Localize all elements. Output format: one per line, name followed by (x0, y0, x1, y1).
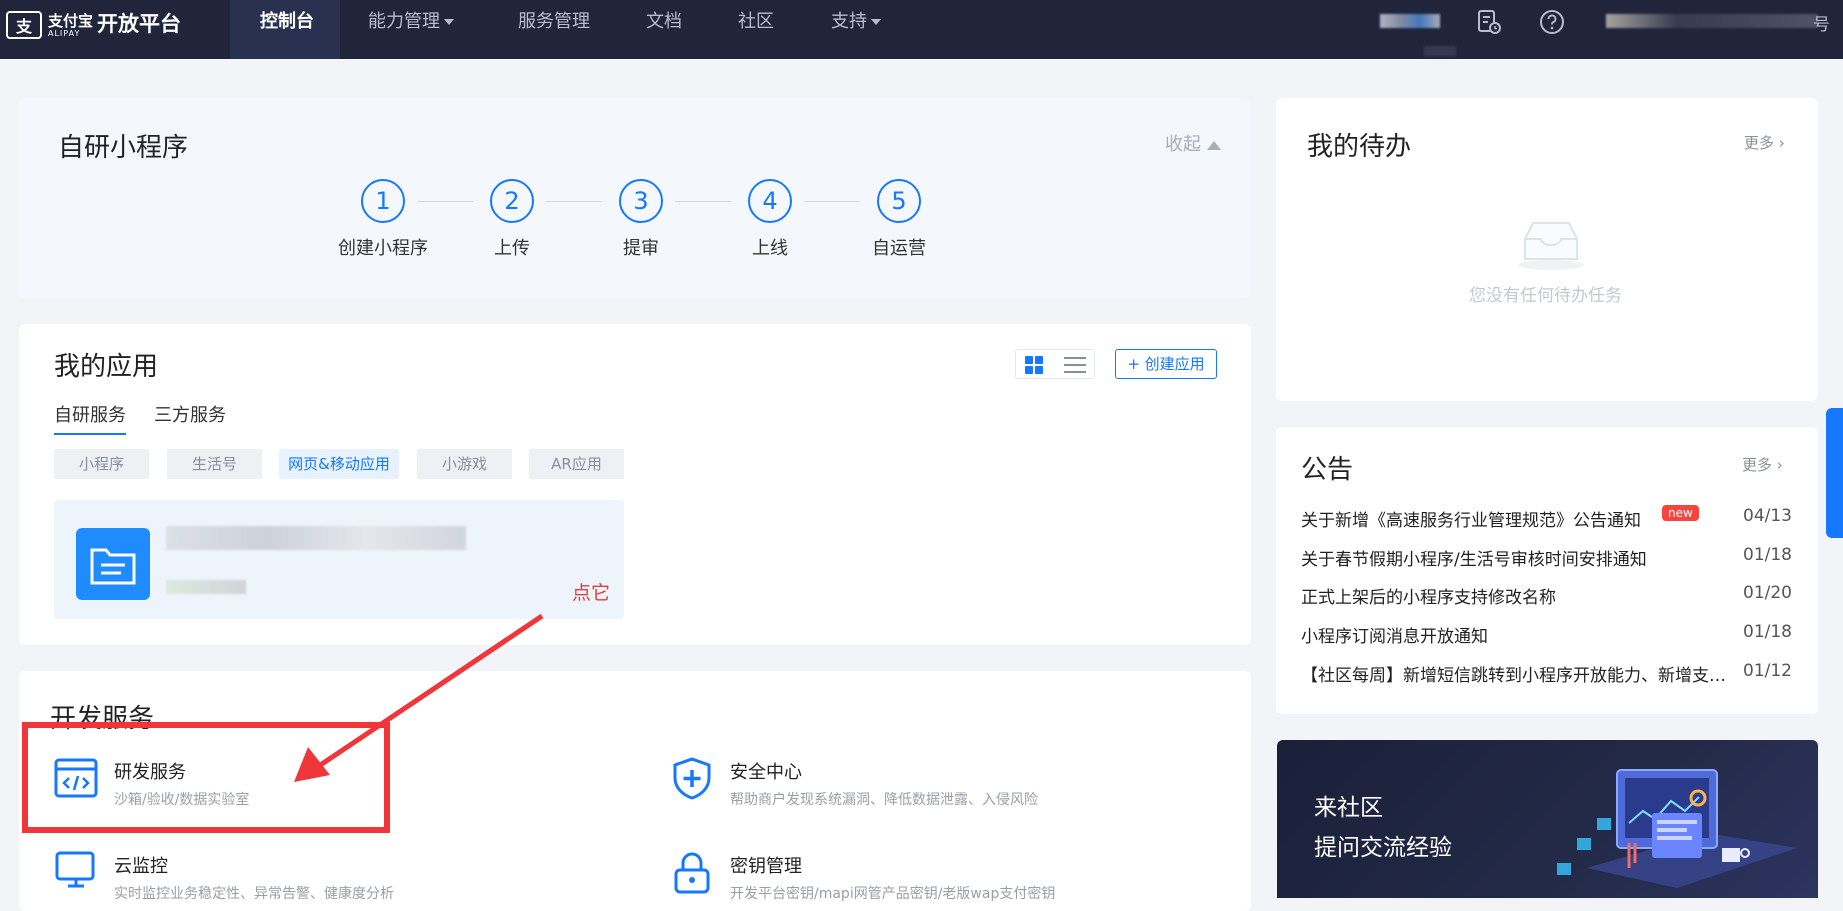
help-icon[interactable] (1539, 9, 1565, 35)
todo-more-link[interactable]: 更多 › (1744, 132, 1785, 153)
banner-line-1: 来社区 (1314, 795, 1383, 821)
security-center-name[interactable]: 安全中心 (730, 758, 802, 784)
chip-mini-program[interactable]: 小程序 (54, 449, 149, 479)
chevron-right-icon: › (1776, 456, 1783, 474)
nav-support[interactable]: 支持 (831, 0, 881, 59)
cloud-monitor-name[interactable]: 云监控 (114, 852, 168, 878)
lock-icon (674, 852, 710, 894)
chip-ar-app[interactable]: AR应用 (529, 449, 624, 479)
step-2-circle[interactable]: 2 (490, 179, 534, 223)
tab-third-party[interactable]: 三方服务 (154, 401, 226, 427)
notice-date: 01/20 (1743, 583, 1792, 603)
nav-service-management[interactable]: 服务管理 (518, 0, 590, 59)
new-badge: new (1662, 505, 1699, 521)
chevron-right-icon: › (1778, 134, 1785, 152)
notice-title: 公告 (1301, 455, 1354, 485)
list-view-icon[interactable] (1064, 357, 1086, 373)
banner-line-2: 提问交流经验 (1314, 835, 1452, 861)
step-5-label[interactable]: 自运营 (839, 234, 959, 260)
create-app-button[interactable]: + 创建应用 (1115, 349, 1217, 379)
chevron-down-icon (871, 19, 881, 25)
notice-item[interactable]: 关于新增《高速服务行业管理规范》公告通知 (1301, 506, 1661, 531)
pointer-arrow-icon (294, 613, 544, 782)
blurred-account-name[interactable] (1606, 14, 1818, 28)
nav-capability-management[interactable]: 能力管理 (368, 0, 454, 59)
chevron-up-icon (1207, 140, 1221, 150)
chevron-down-icon (444, 19, 454, 25)
step-4-circle[interactable]: 4 (748, 179, 792, 223)
blurred-app-name (166, 526, 466, 550)
step-connector (675, 201, 731, 202)
notice-more-link[interactable]: 更多 › (1742, 454, 1783, 475)
notice-item[interactable]: 小程序订阅消息开放通知 (1301, 622, 1725, 647)
blurred-indicator (1424, 46, 1456, 56)
nav-docs[interactable]: 文档 (646, 0, 682, 59)
step-connector (804, 201, 860, 202)
platform-title[interactable]: 开放平台 (97, 8, 181, 38)
step-1-circle[interactable]: 1 (361, 179, 405, 223)
notice-item[interactable]: 【社区每周】新增短信跳转到小程序开放能力、新增支付宝小程序跳转能力 (1301, 661, 1726, 686)
todo-title: 我的待办 (1307, 132, 1412, 162)
security-center-desc: 帮助商户发现系统漏洞、降低数据泄露、入侵风险 (730, 792, 1038, 808)
step-connector (546, 201, 602, 202)
chip-life-account[interactable]: 生活号 (167, 449, 262, 479)
notice-date: 01/18 (1743, 545, 1792, 565)
key-management-desc: 开发平台密钥/mapi网管产品密钥/老版wap支付密钥 (730, 886, 1056, 902)
tab-self-developed[interactable]: 自研服务 (54, 401, 126, 435)
notice-date: 04/13 (1743, 506, 1792, 526)
step-4-label[interactable]: 上线 (710, 234, 830, 260)
shield-plus-icon (673, 757, 711, 800)
app-card[interactable] (54, 500, 624, 619)
empty-inbox-icon (1518, 222, 1584, 270)
alipay-logo[interactable]: 支 支付宝 ALIPAY (6, 11, 93, 39)
document-clock-icon[interactable] (1476, 9, 1502, 35)
nav-community[interactable]: 社区 (738, 0, 774, 59)
chip-mini-game[interactable]: 小游戏 (417, 449, 512, 479)
folder-document-icon (76, 528, 150, 600)
blurred-app-id (166, 580, 246, 594)
floating-side-tab[interactable] (1826, 408, 1843, 538)
monitor-icon (55, 851, 95, 888)
step-1-label[interactable]: 创建小程序 (323, 234, 443, 260)
grid-view-icon[interactable] (1025, 356, 1043, 374)
step-3-label[interactable]: 提审 (581, 234, 701, 260)
step-connector (417, 201, 473, 202)
blurred-account-badge[interactable] (1380, 14, 1440, 28)
alipay-logo-icon: 支 (6, 11, 42, 39)
chip-web-mobile-app[interactable]: 网页&移动应用 (279, 449, 399, 479)
step-3-circle[interactable]: 3 (619, 179, 663, 223)
community-banner[interactable]: 来社区 提问交流经验 (1277, 740, 1818, 898)
key-management-name[interactable]: 密钥管理 (730, 852, 802, 878)
top-navigation-bar: 支 支付宝 ALIPAY 开放平台 控制台 能力管理 服务管理 文档 社区 支持… (0, 0, 1843, 59)
view-toggle (1015, 349, 1095, 379)
collapse-button[interactable]: 收起 (1165, 130, 1221, 156)
step-5-circle[interactable]: 5 (877, 179, 921, 223)
notice-date: 01/18 (1743, 622, 1792, 642)
cloud-monitor-desc: 实时监控业务稳定性、异常告警、健康度分析 (114, 886, 394, 902)
todo-empty-text: 您没有任何待办任务 (1469, 286, 1622, 306)
nav-console[interactable]: 控制台 (230, 0, 340, 59)
account-suffix-text: 号 (1813, 15, 1830, 35)
notice-item[interactable]: 正式上架后的小程序支持修改名称 (1301, 583, 1725, 608)
notice-date: 01/12 (1743, 661, 1792, 681)
logo-en-text: ALIPAY (48, 28, 81, 38)
click-here-annotation: 点它 (572, 582, 611, 604)
my-apps-title: 我的应用 (54, 352, 159, 382)
logo-cn-text: 支付宝 (48, 11, 94, 30)
notice-item[interactable]: 关于春节假期小程序/生活号审核时间安排通知 (1301, 545, 1725, 570)
mini-program-title: 自研小程序 (58, 133, 189, 163)
step-2-label[interactable]: 上传 (452, 234, 572, 260)
community-illustration (1557, 769, 1797, 888)
